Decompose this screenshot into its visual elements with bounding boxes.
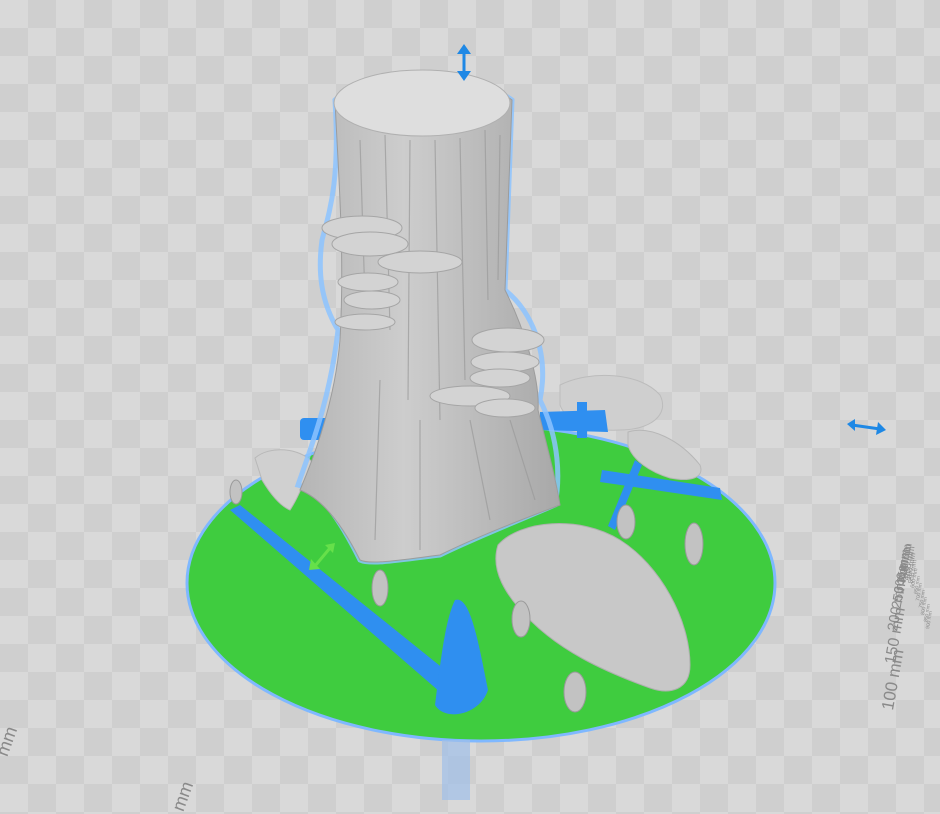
support-leg-bottom[interactable] [442,740,470,800]
trunk-top[interactable] [333,69,511,137]
horizontal-scale-handle[interactable] [847,419,886,435]
support-post[interactable] [577,402,587,438]
scene-svg[interactable] [0,0,940,809]
3d-viewport[interactable]: 100 mm 150 mm 200 mm 250 mm 300 mm 350 mm 400 … [0,0,940,814]
